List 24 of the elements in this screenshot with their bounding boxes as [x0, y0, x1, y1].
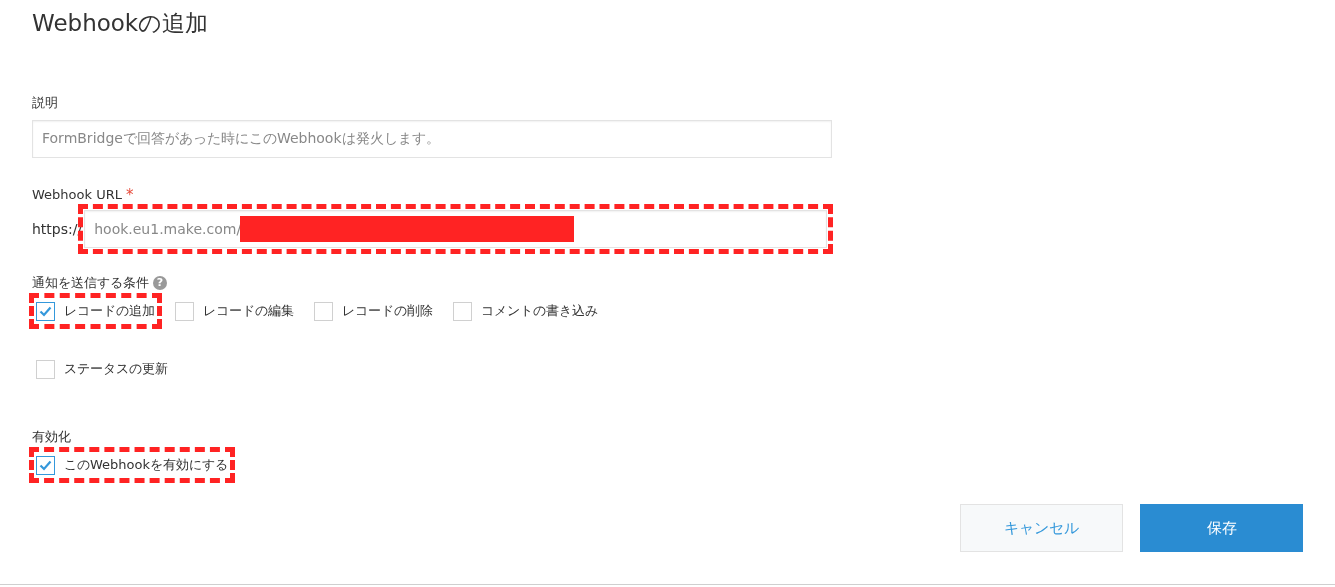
section-label: 通知を送信する条件 [32, 274, 149, 292]
checkbox-label: レコードの追加 [64, 302, 155, 320]
checkbox[interactable] [314, 301, 333, 321]
help-icon[interactable]: ? [153, 276, 167, 290]
required-mark: * [125, 186, 134, 204]
description-field[interactable]: FormBridgeで回答があった時にこのWebhookは発火します。 [32, 120, 832, 158]
checkbox[interactable] [36, 301, 55, 321]
page-title: Webhookの追加 [32, 9, 210, 38]
checkbox-label: コメントの書き込み [481, 302, 598, 320]
field-label: 説明 [32, 94, 59, 112]
save-button[interactable]: 保存 [1140, 504, 1303, 552]
checkmark-icon [39, 459, 52, 471]
cancel-button[interactable]: キャンセル [960, 504, 1123, 552]
checkbox[interactable] [175, 301, 194, 321]
checkbox-label: このWebhookを有効にする [64, 456, 229, 474]
checkbox-label: レコードの編集 [203, 302, 294, 320]
field-label: Webhook URL [32, 186, 122, 204]
checkbox[interactable] [453, 301, 472, 321]
section-label: 有効化 [32, 428, 72, 446]
checkbox-label: ステータスの更新 [64, 360, 168, 378]
checkbox[interactable] [36, 455, 55, 475]
checkmark-icon [39, 305, 52, 317]
checkbox-label: レコードの削除 [342, 302, 433, 320]
checkbox[interactable] [36, 359, 55, 379]
